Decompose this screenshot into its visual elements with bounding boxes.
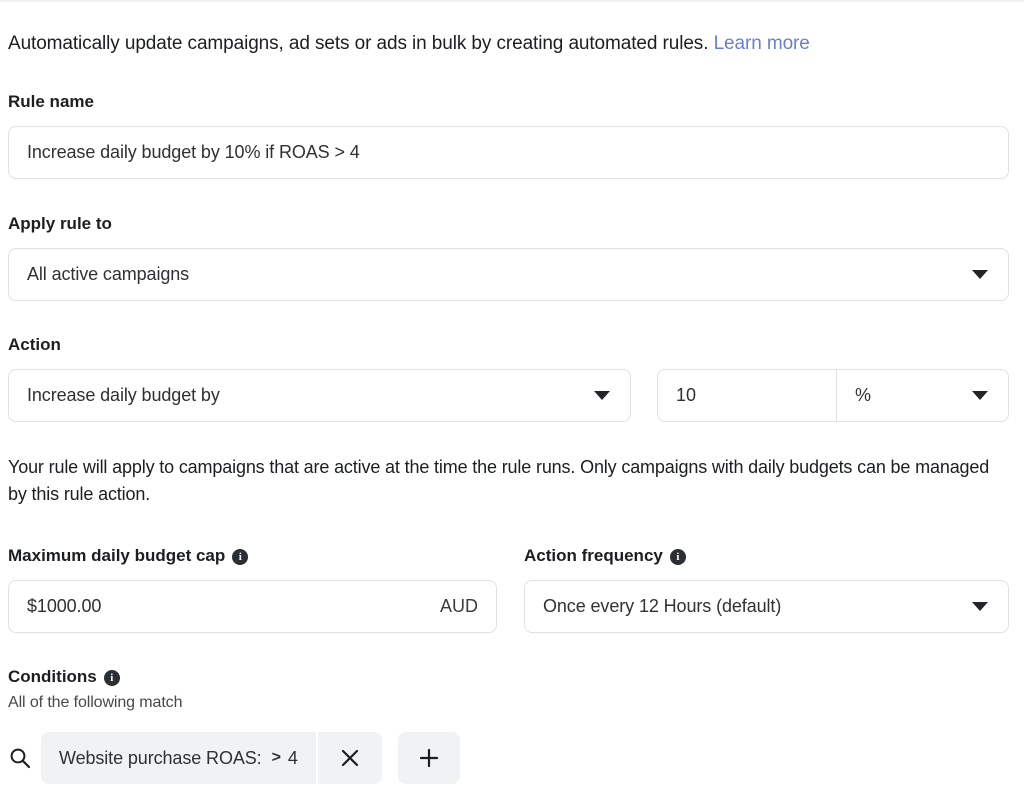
automated-rule-form: Automatically update campaigns, ad sets … xyxy=(0,0,1024,807)
rule-name-input[interactable]: Increase daily budget by 10% if ROAS > 4 xyxy=(8,126,1009,179)
conditions-subtitle: All of the following match xyxy=(8,694,183,711)
budget-cap-value[interactable]: $1000.00 xyxy=(9,596,119,617)
apply-rule-to-value: All active campaigns xyxy=(27,264,190,284)
condition-metric: Website purchase ROAS: xyxy=(59,747,262,768)
chevron-down-icon xyxy=(594,391,610,400)
rule-name-label: Rule name xyxy=(8,91,94,113)
info-icon[interactable]: i xyxy=(669,549,686,565)
search-icon[interactable] xyxy=(8,745,32,771)
close-icon xyxy=(341,749,358,767)
conditions-row: Website purchase ROAS: > 4 xyxy=(8,732,460,784)
condition-chip[interactable]: Website purchase ROAS: > 4 xyxy=(41,732,316,784)
rule-name-value[interactable]: Increase daily budget by 10% if ROAS > 4 xyxy=(9,142,378,163)
conditions-label-text: Conditions xyxy=(8,667,97,686)
action-unit-value: % xyxy=(855,385,872,405)
remove-condition-button[interactable] xyxy=(317,732,382,784)
intro-description: Automatically update campaigns, ad sets … xyxy=(8,33,709,54)
action-unit-select[interactable]: % xyxy=(837,370,1008,421)
action-type-select[interactable]: Increase daily budget by xyxy=(8,369,631,422)
plus-icon xyxy=(419,748,438,768)
action-frequency-select[interactable]: Once every 12 Hours (default) xyxy=(524,580,1009,633)
condition-chip-group: Website purchase ROAS: > 4 xyxy=(41,732,382,784)
action-label-text: Action xyxy=(8,335,61,354)
info-icon[interactable]: i xyxy=(232,549,249,565)
rule-name-label-text: Rule name xyxy=(8,92,94,111)
chevron-down-icon xyxy=(972,270,988,279)
apply-rule-to-label-text: Apply rule to xyxy=(8,214,112,233)
conditions-label: Conditions i xyxy=(8,666,120,688)
budget-cap-currency: AUD xyxy=(439,596,478,616)
action-frequency-value: Once every 12 Hours (default) xyxy=(543,596,782,616)
action-note: Your rule will apply to campaigns that a… xyxy=(8,457,990,504)
chevron-down-icon xyxy=(972,602,988,611)
chevron-down-icon xyxy=(972,391,988,400)
budget-cap-input[interactable]: $1000.00 AUD xyxy=(8,580,497,633)
budget-cap-label-text: Maximum daily budget cap xyxy=(8,546,226,565)
action-label: Action xyxy=(8,334,61,356)
apply-rule-to-select[interactable]: All active campaigns xyxy=(8,248,1009,301)
intro-text: Automatically update campaigns, ad sets … xyxy=(8,31,1008,57)
learn-more-link[interactable]: Learn more xyxy=(714,33,810,54)
condition-value: 4 xyxy=(287,747,298,768)
add-condition-button[interactable] xyxy=(397,732,460,784)
info-icon[interactable]: i xyxy=(103,670,120,686)
apply-rule-to-label: Apply rule to xyxy=(8,213,112,235)
condition-operator: > xyxy=(271,749,281,766)
action-amount-input[interactable]: 10 xyxy=(658,370,837,421)
action-amount-group: 10 % xyxy=(657,369,1009,422)
action-frequency-label-text: Action frequency xyxy=(524,546,663,565)
budget-cap-label: Maximum daily budget cap i xyxy=(8,545,249,567)
action-type-value: Increase daily budget by xyxy=(27,385,220,405)
action-frequency-label: Action frequency i xyxy=(524,545,686,567)
